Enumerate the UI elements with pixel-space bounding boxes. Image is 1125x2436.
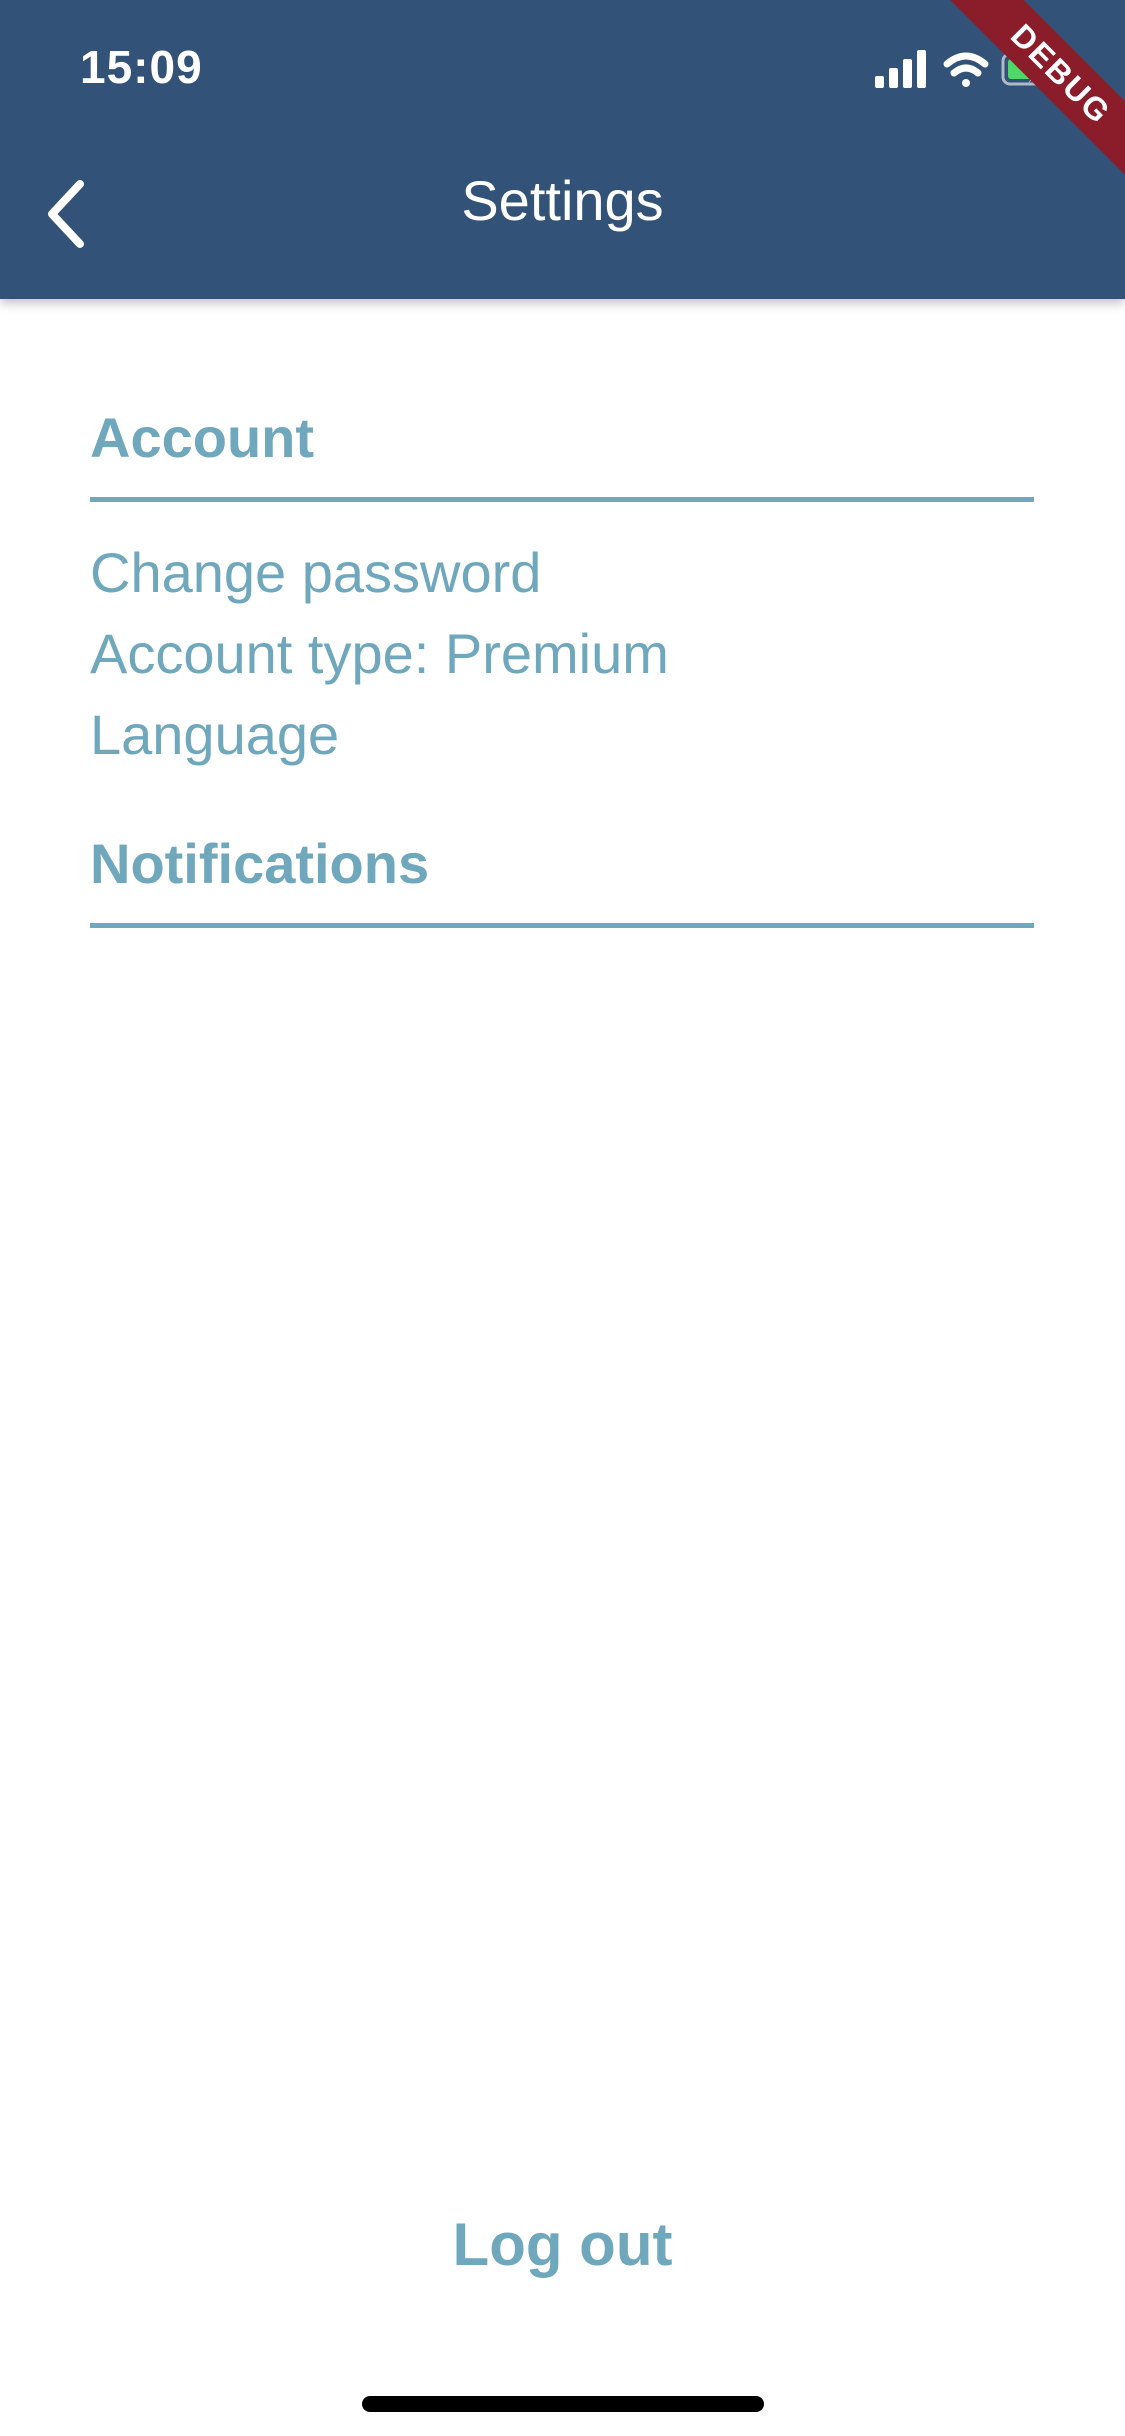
account-section-divider (90, 497, 1034, 503)
cellular-signal-icon (875, 50, 926, 88)
settings-screen: 15:09 Settings DEBUG Account Change pass… (0, 0, 1125, 2436)
notifications-section-title: Notifications (90, 832, 430, 896)
account-type-item[interactable]: Account type: Premium (90, 613, 1034, 694)
settings-content: Account Change password Account type: Pr… (90, 404, 1034, 929)
notifications-section: Notifications (90, 830, 1034, 929)
notifications-section-divider (90, 923, 1034, 929)
account-section: Account Change password Account type: Pr… (90, 404, 1034, 775)
debug-banner-label: DEBUG (945, 0, 1125, 180)
account-section-title: Account (90, 406, 314, 469)
status-time: 15:09 (80, 41, 203, 93)
language-item[interactable]: Language (90, 694, 1034, 775)
change-password-item[interactable]: Change password (90, 532, 1034, 613)
home-indicator (362, 2396, 764, 2412)
debug-banner: DEBUG (945, 0, 1125, 180)
account-settings-list: Change password Account type: Premium La… (90, 532, 1034, 775)
logout-button[interactable]: Log out (0, 2210, 1125, 2279)
